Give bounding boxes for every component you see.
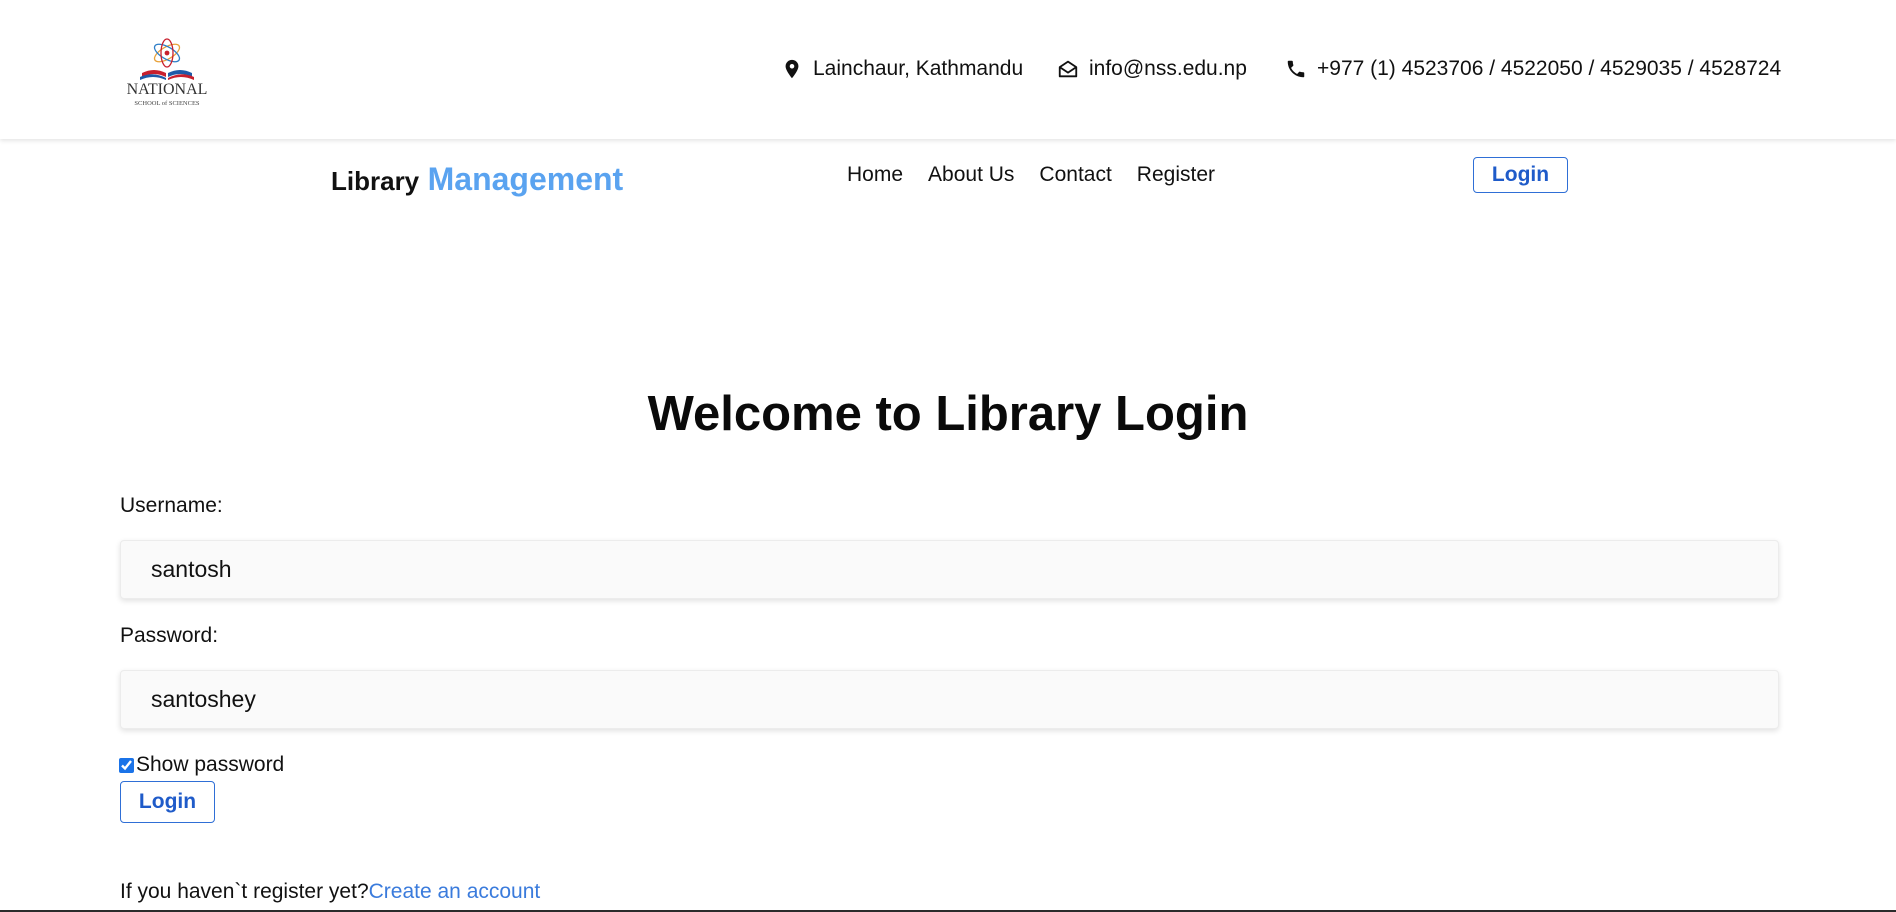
phone-text[interactable]: +977 (1) 4523706 / 4522050 / 4529035 / 4… — [1317, 57, 1781, 81]
show-password-label[interactable]: Show password — [136, 753, 284, 777]
map-pin-icon — [781, 58, 803, 80]
create-account-link[interactable]: Create an account — [369, 880, 541, 903]
login-button[interactable]: Login — [120, 781, 215, 823]
register-prompt-text: If you haven`t register yet? — [120, 880, 369, 903]
envelope-open-icon — [1057, 58, 1079, 80]
show-password-checkbox[interactable] — [119, 757, 134, 773]
nav-home[interactable]: Home — [847, 163, 903, 187]
nav-register[interactable]: Register — [1137, 163, 1215, 187]
contact-email[interactable]: info@nss.edu.np — [1057, 57, 1247, 81]
username-input[interactable] — [120, 540, 1779, 599]
contact-address: Lainchaur, Kathmandu — [781, 57, 1023, 81]
email-text[interactable]: info@nss.edu.np — [1089, 57, 1247, 81]
password-input[interactable] — [120, 670, 1779, 729]
logo-main-text: NATIONAL — [127, 81, 208, 98]
nav-about-us[interactable]: About Us — [928, 163, 1014, 187]
nav-contact[interactable]: Contact — [1039, 163, 1111, 187]
school-logo[interactable]: NATIONAL SCHOOL of SCIENCES — [112, 31, 222, 111]
page-title: Welcome to Library Login — [647, 387, 1249, 441]
brand-library: Library — [331, 166, 420, 196]
password-label: Password: — [120, 624, 219, 647]
brand-management: Management — [427, 161, 624, 197]
top-header: NATIONAL SCHOOL of SCIENCES Lainchaur, K… — [0, 0, 1896, 139]
phone-icon — [1285, 58, 1307, 80]
address-text: Lainchaur, Kathmandu — [813, 57, 1024, 80]
brand-title[interactable]: Library Management — [331, 161, 623, 198]
nav-login-button[interactable]: Login — [1473, 157, 1568, 193]
register-prompt: If you haven`t register yet?Create an ac… — [120, 880, 540, 904]
contact-phone[interactable]: +977 (1) 4523706 / 4522050 / 4529035 / 4… — [1285, 57, 1781, 81]
username-label: Username: — [120, 494, 223, 517]
main-nav: Home About Us Contact Register — [847, 163, 1240, 187]
logo-sub-text: SCHOOL of SCIENCES — [134, 100, 200, 107]
show-password: Show password — [119, 753, 284, 777]
